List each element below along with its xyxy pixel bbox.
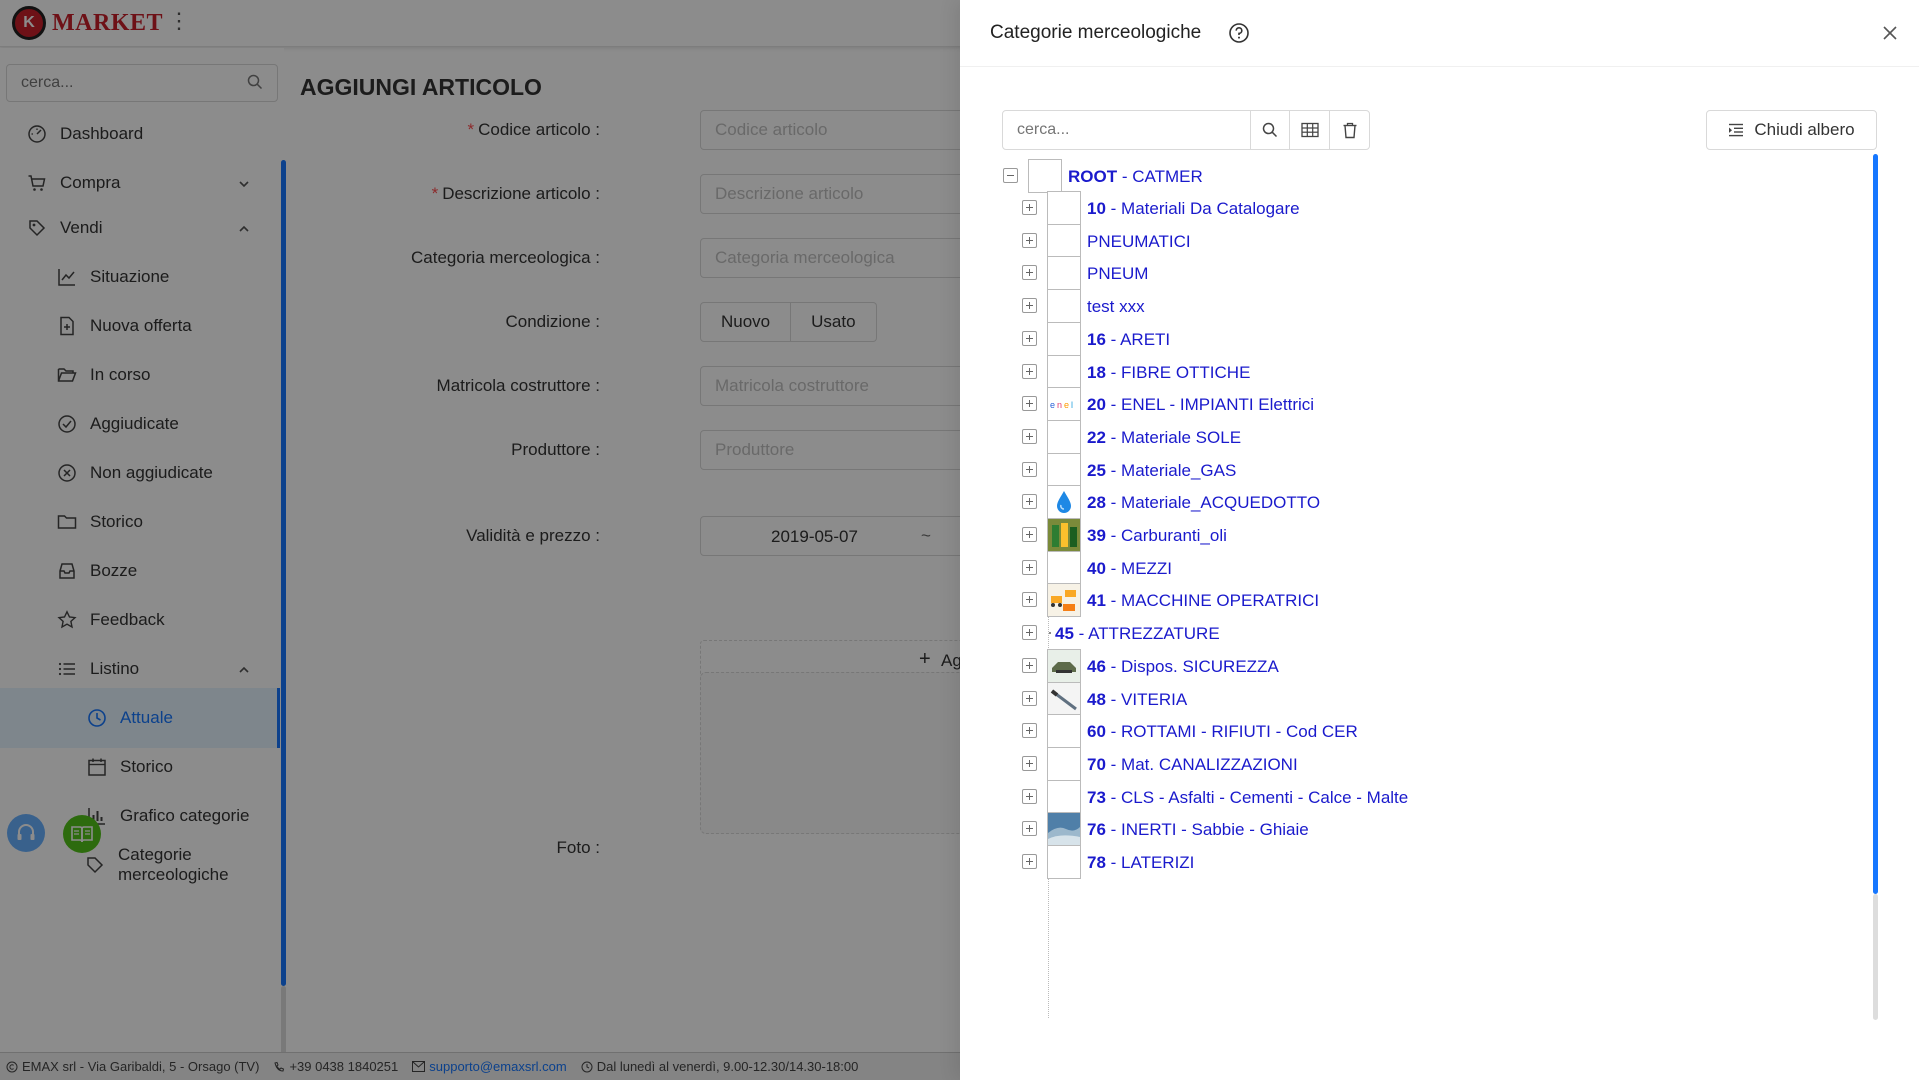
help-icon[interactable] bbox=[1228, 22, 1250, 47]
tree-node-label[interactable]: 41 - MACCHINE OPERATRICI bbox=[1087, 591, 1319, 611]
expand-icon[interactable] bbox=[1022, 494, 1037, 510]
menu-fold-icon bbox=[1729, 123, 1744, 137]
tree-node-label[interactable]: 45 - ATTREZZATURE bbox=[1055, 624, 1220, 644]
expand-icon[interactable] bbox=[1022, 657, 1037, 673]
tree-node-label[interactable]: 39 - Carburanti_oli bbox=[1087, 526, 1227, 546]
tree-node-label[interactable]: test xxx bbox=[1087, 297, 1145, 317]
expand-icon[interactable] bbox=[1022, 461, 1037, 477]
collapse-icon[interactable] bbox=[1003, 168, 1018, 183]
expand-icon[interactable] bbox=[1022, 200, 1037, 215]
expand-icon[interactable] bbox=[1022, 396, 1037, 412]
tree-search-input[interactable] bbox=[1003, 111, 1250, 149]
expand-icon[interactable] bbox=[1022, 592, 1037, 608]
search-icon bbox=[1262, 122, 1278, 138]
table-view-button[interactable] bbox=[1289, 111, 1329, 149]
tree-leaf-dot bbox=[1049, 632, 1051, 635]
expand-icon[interactable] bbox=[1022, 232, 1037, 248]
tree-node-label[interactable]: 28 - Materiale_ACQUEDOTTO bbox=[1087, 493, 1320, 513]
tree-node-label[interactable]: 18 - FIBRE OTTICHE bbox=[1087, 363, 1250, 383]
expand-icon[interactable] bbox=[1022, 755, 1037, 771]
tree-node-label[interactable]: 40 - MEZZI bbox=[1087, 559, 1172, 579]
category-thumbnail bbox=[1047, 845, 1081, 879]
tree-scrollbar-thumb[interactable] bbox=[1873, 154, 1878, 894]
tree-scrollbar-track[interactable] bbox=[1873, 894, 1878, 1020]
svg-text:e: e bbox=[1064, 400, 1069, 410]
category-tree: ROOT - CATMER 10 - Materiali Da Cataloga… bbox=[1000, 156, 1880, 1024]
expand-icon[interactable] bbox=[1022, 363, 1037, 379]
tree-node-label[interactable]: 16 - ARETI bbox=[1087, 330, 1170, 350]
svg-text:e: e bbox=[1050, 400, 1055, 410]
search-button[interactable] bbox=[1249, 111, 1290, 149]
expand-icon[interactable] bbox=[1022, 854, 1037, 869]
tree-node-label[interactable]: PNEUMATICI bbox=[1087, 232, 1191, 252]
expand-icon[interactable] bbox=[1022, 821, 1037, 837]
expand-icon[interactable] bbox=[1022, 265, 1037, 281]
svg-text:l: l bbox=[1071, 400, 1073, 410]
tree-node-label[interactable]: 70 - Mat. CANALIZZAZIONI bbox=[1087, 755, 1298, 775]
clear-button[interactable] bbox=[1329, 111, 1369, 149]
tree-node[interactable]: 78 - LATERIZI bbox=[1000, 842, 1860, 882]
expand-icon[interactable] bbox=[1022, 559, 1037, 575]
drawer-mask-overlay[interactable] bbox=[0, 0, 960, 1080]
categorie-drawer: Categorie merceologiche Chiudi albero RO… bbox=[960, 0, 1919, 1080]
close-icon[interactable] bbox=[1881, 24, 1899, 45]
tree-node-label[interactable]: 46 - Dispos. SICUREZZA bbox=[1087, 657, 1279, 677]
tree-search bbox=[1002, 110, 1370, 150]
tree-node-label[interactable]: 48 - VITERIA bbox=[1087, 690, 1187, 710]
expand-icon[interactable] bbox=[1022, 298, 1037, 314]
drawer-title: Categorie merceologiche bbox=[990, 22, 1202, 43]
tree-node-label[interactable]: 10 - Materiali Da Catalogare bbox=[1087, 199, 1300, 219]
tree-node-label[interactable]: 73 - CLS - Asfalti - Cementi - Calce - M… bbox=[1087, 788, 1408, 808]
tree-node-label[interactable]: 22 - Materiale SOLE bbox=[1087, 428, 1241, 448]
expand-icon[interactable] bbox=[1022, 690, 1037, 706]
delete-icon bbox=[1343, 122, 1357, 138]
tree-node-label[interactable]: PNEUM bbox=[1087, 264, 1148, 284]
close-tree-label: Chiudi albero bbox=[1754, 120, 1855, 139]
table-icon bbox=[1301, 122, 1319, 138]
tree-node-label[interactable]: 76 - INERTI - Sabbie - Ghiaie bbox=[1087, 820, 1309, 840]
svg-text:n: n bbox=[1057, 400, 1062, 410]
expand-icon[interactable] bbox=[1022, 330, 1037, 346]
expand-icon[interactable] bbox=[1022, 625, 1037, 641]
expand-icon[interactable] bbox=[1022, 788, 1037, 804]
tree-node-label[interactable]: 78 - LATERIZI bbox=[1087, 853, 1194, 873]
expand-icon[interactable] bbox=[1022, 723, 1037, 739]
expand-icon[interactable] bbox=[1022, 527, 1037, 542]
tree-node-label[interactable]: 20 - ENEL - IMPIANTI Elettrici bbox=[1087, 395, 1314, 415]
close-tree-button[interactable]: Chiudi albero bbox=[1706, 110, 1877, 150]
drawer-header: Categorie merceologiche bbox=[960, 0, 1919, 67]
expand-icon[interactable] bbox=[1022, 428, 1037, 444]
tree-node-label[interactable]: 60 - ROTTAMI - RIFIUTI - Cod CER bbox=[1087, 722, 1358, 742]
tree-node-label[interactable]: 25 - Materiale_GAS bbox=[1087, 461, 1236, 481]
tree-node-label[interactable]: ROOT - CATMER bbox=[1068, 167, 1203, 187]
